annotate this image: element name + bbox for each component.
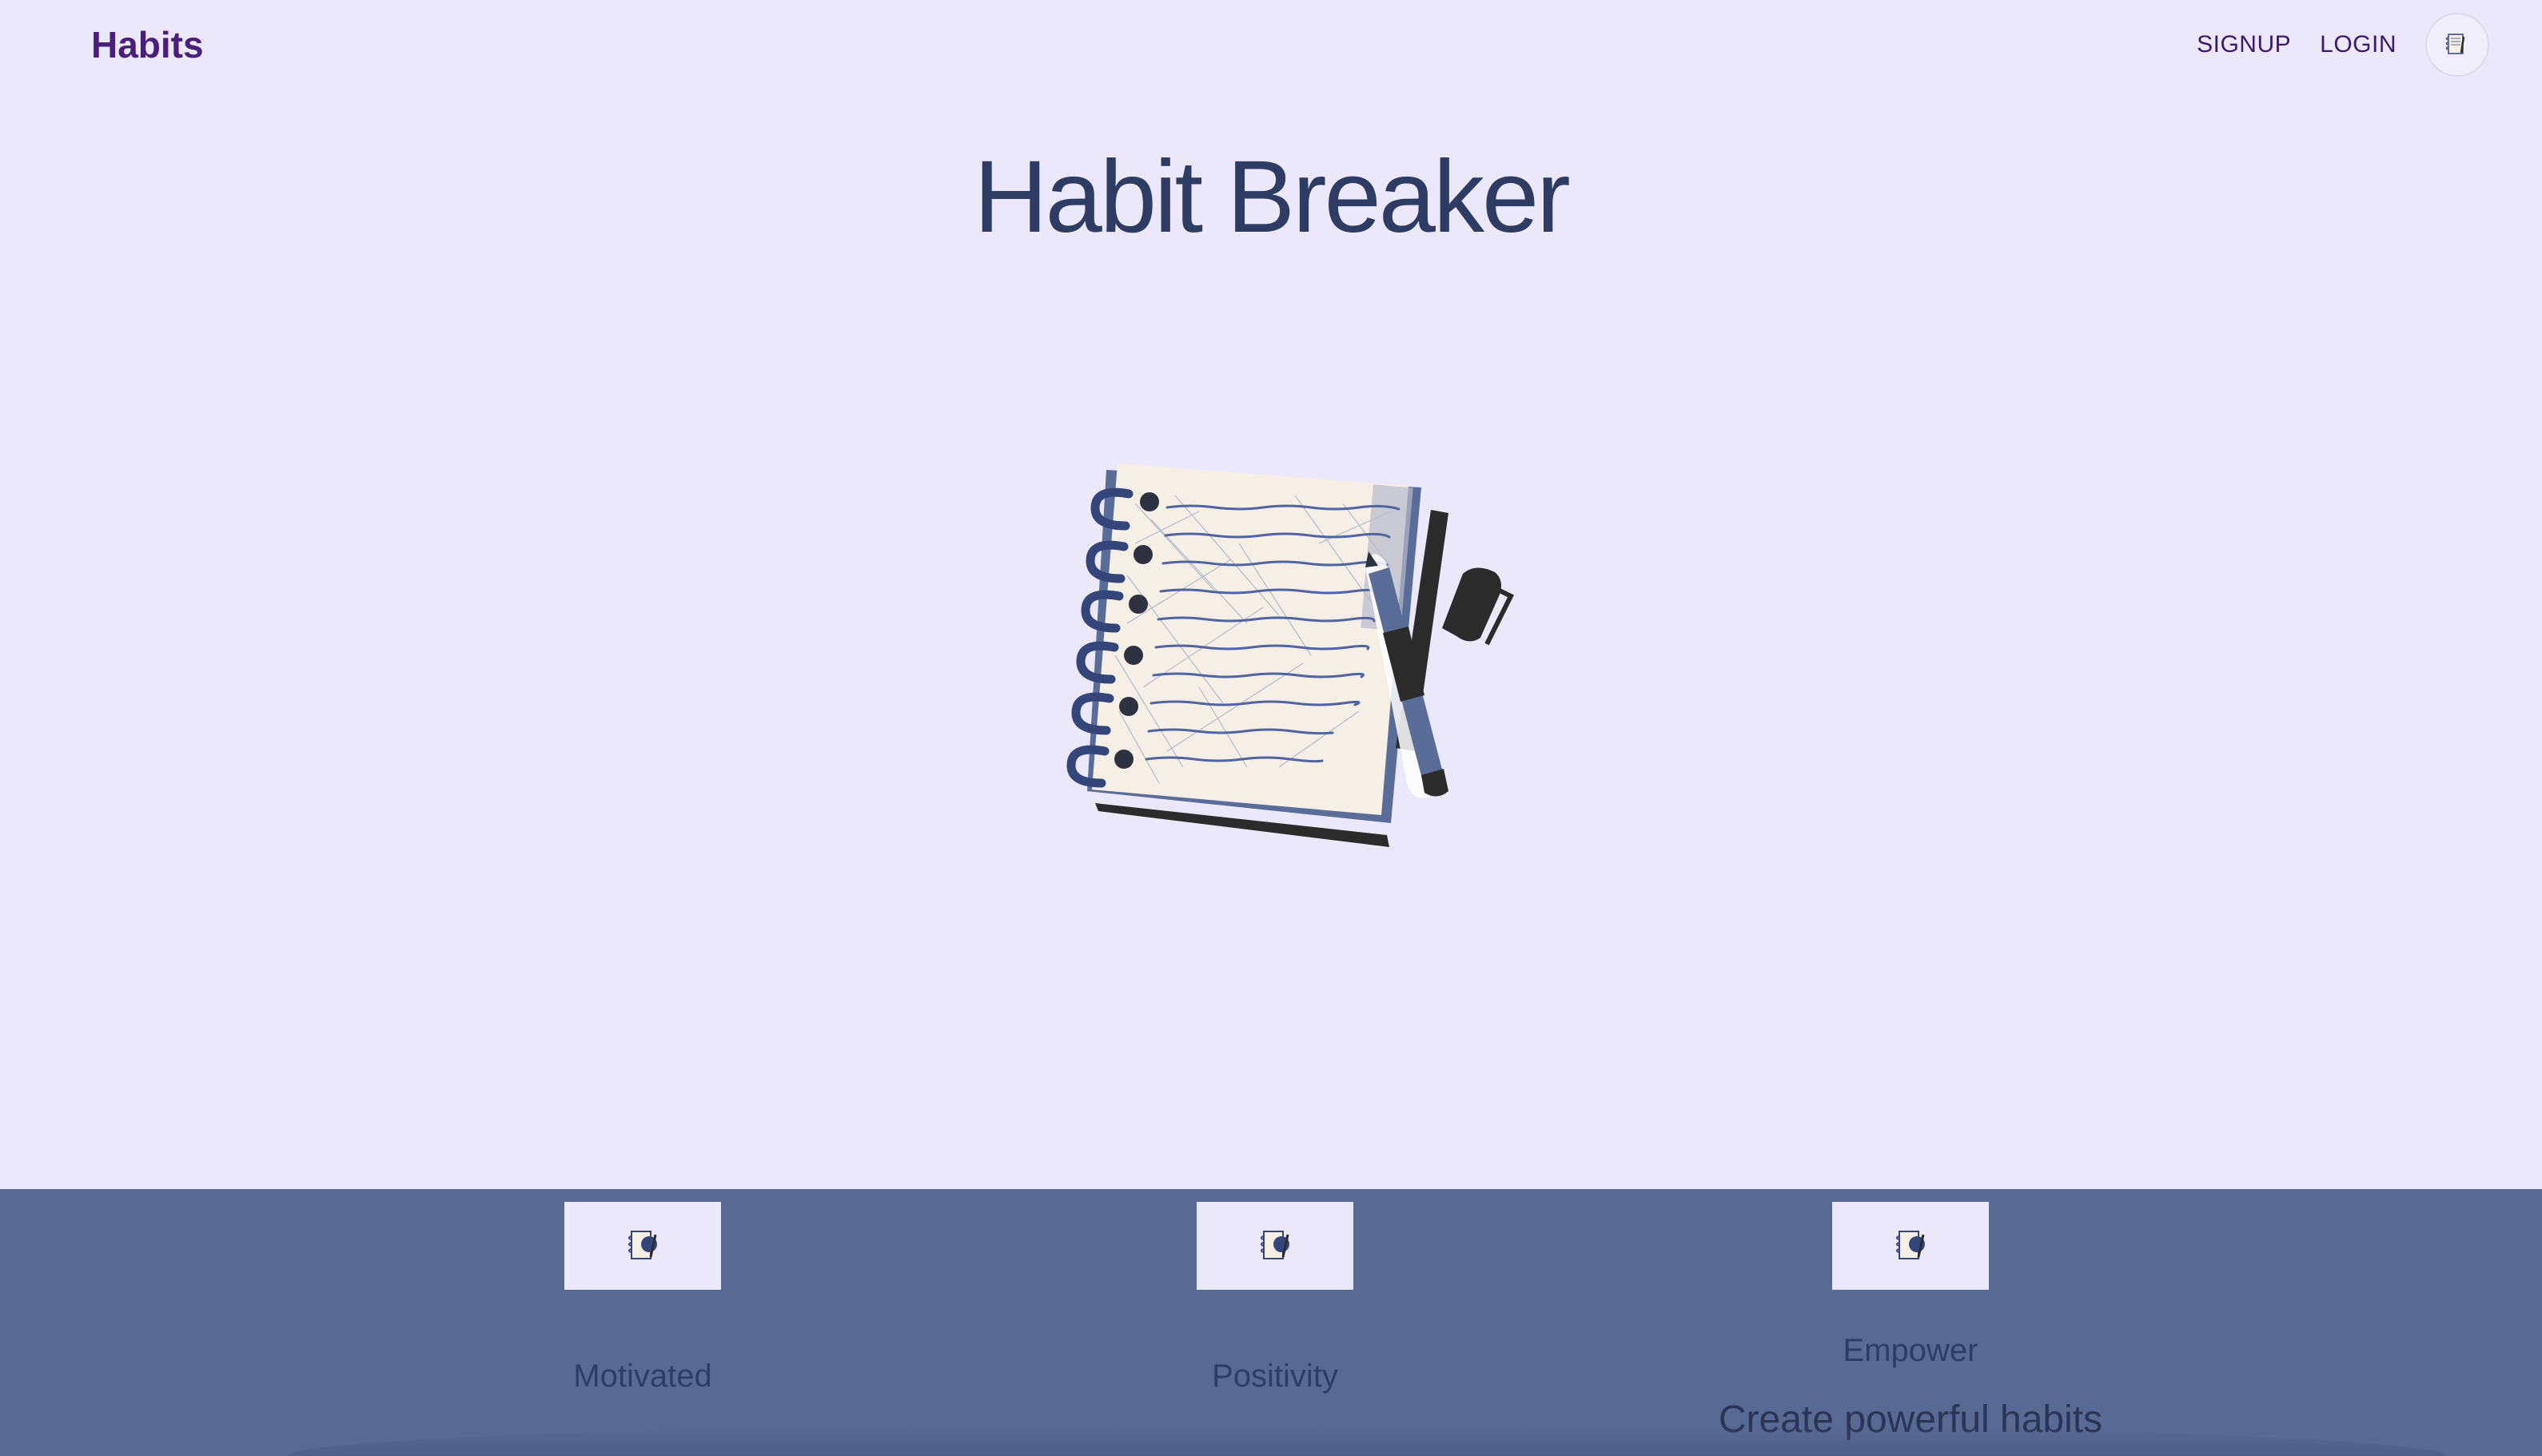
feature-positivity: Positivity: [995, 1189, 1555, 1394]
feature-thumbnail: [564, 1202, 721, 1290]
feature-label: Positivity: [1212, 1359, 1338, 1394]
features-section: Motivated Positivity Empower Create powe…: [0, 1189, 2542, 1456]
login-link[interactable]: LOGIN: [2320, 31, 2397, 58]
notebook-icon: [2445, 34, 2465, 54]
feature-thumbnail: [1832, 1202, 1989, 1290]
hero-title: Habit Breaker: [974, 140, 1571, 254]
feature-label: Motivated: [573, 1359, 712, 1394]
signup-link[interactable]: SIGNUP: [2197, 31, 2291, 58]
navbar: Habits SIGNUP LOGIN: [0, 0, 2542, 90]
feature-empower: Empower Create powerful habits: [1631, 1189, 2190, 1442]
nav-links: SIGNUP LOGIN: [2197, 13, 2489, 77]
brand-logo-link[interactable]: Habits: [91, 21, 204, 69]
avatar[interactable]: [2425, 13, 2489, 77]
feature-thumbnail: [1197, 1202, 1353, 1290]
notebook-icon: [1261, 1231, 1289, 1259]
feature-motivated: Motivated: [363, 1189, 922, 1394]
notebook-icon: [1896, 1231, 1925, 1259]
feature-label: Empower: [1843, 1333, 1978, 1368]
notebook-illustration: [1039, 448, 1535, 863]
notebook-icon: [628, 1231, 657, 1259]
